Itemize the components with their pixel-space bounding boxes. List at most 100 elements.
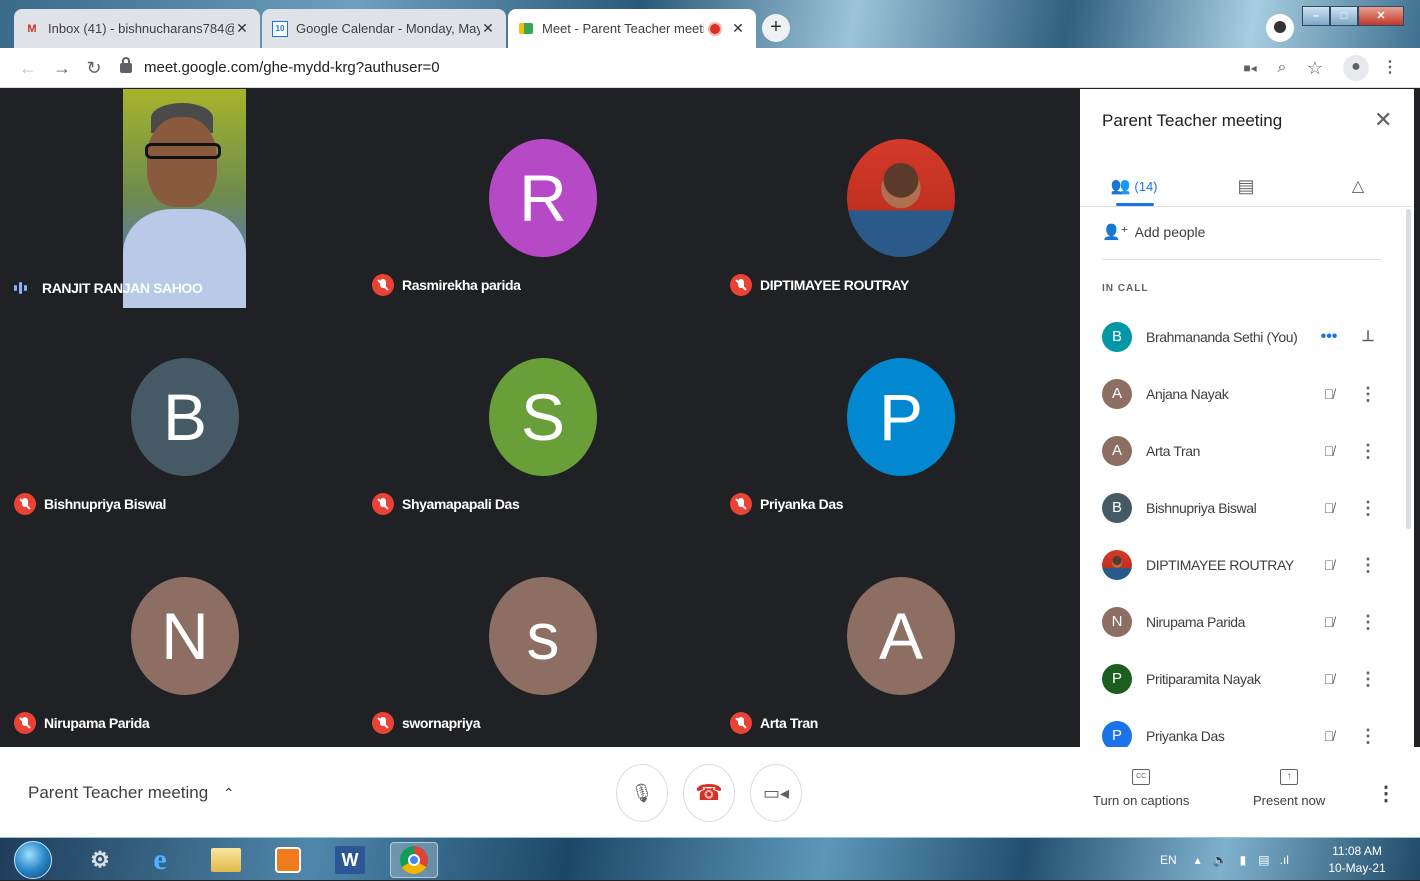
participant-tile[interactable]: DIPTIMAYEE ROUTRAY [722,89,1080,308]
close-icon[interactable]: ✕ [1374,107,1392,133]
participant-name: Nirupama Parida [1146,614,1246,630]
mic-off-icon[interactable]: 🎙̸ [1314,386,1344,402]
add-people-button[interactable]: 👤⁺ Add people [1102,223,1205,241]
kebab-menu-icon[interactable]: ⋮ [1354,721,1382,747]
minimize-icon[interactable]: – [1302,6,1330,26]
list-item[interactable]: B Brahmananda Sethi (You) ••• ⊥ [1102,317,1382,357]
word-icon[interactable]: W [326,842,374,878]
participant-tile[interactable]: P Priyanka Das [722,308,1080,527]
list-item[interactable]: B Bishnupriya Biswal 🎙̸ ⋮ [1102,488,1382,528]
kebab-menu-icon[interactable]: ⋮ [1354,613,1382,631]
forward-arrow-icon[interactable]: → [50,56,74,80]
avatar [1102,550,1132,580]
list-item[interactable]: N Nirupama Parida 🎙̸ ⋮ [1102,602,1382,642]
mic-off-icon[interactable]: 🎙̸ [1314,500,1344,516]
meeting-details-button[interactable]: Parent Teacher meeting ⌃ [28,783,235,803]
participant-tile[interactable]: RANJIT RANJAN SAHOO [6,89,364,308]
star-icon[interactable]: ☆ [1303,56,1327,80]
internet-explorer-icon[interactable]: e [136,842,184,878]
participant-tile[interactable]: B Bishnupriya Biswal [6,308,364,527]
list-item[interactable]: P Pritiparamita Nayak 🎙̸ ⋮ [1102,659,1382,699]
kebab-menu-icon[interactable]: ⋮ [1354,556,1382,574]
participant-tile[interactable]: S Shyamapapali Das [364,308,722,527]
back-arrow-icon[interactable]: ← [16,56,40,80]
participant-tile[interactable]: R Rasmirekha parida [364,89,722,308]
list-item[interactable]: DIPTIMAYEE ROUTRAY 🎙̸ ⋮ [1102,545,1382,585]
avatar: B [131,358,239,476]
participant-name: Arta Tran [1146,443,1200,459]
kebab-menu-icon[interactable]: ⋮ [1354,670,1382,688]
participant-name-label: Bishnupriya Biswal [14,493,166,515]
show-hidden-icons-icon[interactable]: ▴ [1195,853,1201,867]
pin-icon[interactable]: ⊥ [1354,329,1382,344]
kebab-menu-icon[interactable]: ⋮ [1378,56,1402,80]
mic-off-icon [14,493,36,515]
captions-button[interactable]: CC Turn on captions [1093,769,1189,808]
new-tab-button[interactable]: + [762,14,790,42]
account-icon[interactable]: ● [1343,55,1369,81]
tab-calendar[interactable]: 10 Google Calendar - Monday, May ✕ [262,9,506,48]
tab-gmail[interactable]: M Inbox (41) - bishnucharans784@ ✕ [14,9,260,48]
zoom-icon[interactable]: ⌕ [1270,56,1294,80]
close-icon[interactable]: ✕ [480,20,496,37]
windows-start-icon[interactable] [14,841,52,879]
list-item[interactable]: A Arta Tran 🎙̸ ⋮ [1102,431,1382,471]
file-explorer-icon[interactable] [202,842,250,878]
scrollbar[interactable] [1406,209,1411,529]
mic-off-icon[interactable]: 🎙̸ [1314,614,1344,630]
participant-name-label: Priyanka Das [730,493,844,515]
list-item[interactable]: A Anjana Nayak 🎙̸ ⋮ [1102,374,1382,414]
participant-tile[interactable]: A Arta Tran [722,527,1080,746]
participant-tile[interactable]: N Nirupama Parida [6,527,364,746]
avatar: N [131,577,239,695]
camera-button[interactable]: ▭◂ [750,764,802,822]
close-icon[interactable]: ✕ [234,20,250,37]
language-indicator[interactable]: EN [1160,853,1177,867]
chrome-icon[interactable] [390,842,438,878]
activities-icon[interactable]: △ [1328,167,1388,205]
camera-indicator-icon[interactable]: ■◂ [1238,56,1262,80]
list-item[interactable]: P Priyanka Das 🎙̸ ⋮ [1102,716,1382,747]
mic-off-icon[interactable]: 🎙̸ [1314,557,1344,573]
signal-icon[interactable]: .ıl [1280,853,1289,867]
kebab-menu-icon[interactable]: ⋮ [1354,442,1382,460]
participant-name: Bishnupriya Biswal [1146,500,1257,516]
close-icon[interactable]: ✕ [730,20,746,37]
present-icon: ↑ [1280,769,1299,785]
kebab-menu-icon[interactable]: ⋮ [1376,781,1396,806]
mic-off-icon[interactable]: 🎙̸ [1314,721,1344,747]
network-icon[interactable]: ▤ [1258,853,1269,867]
participant-name: Anjana Nayak [1146,386,1229,402]
mic-off-icon [372,493,394,515]
mic-off-icon[interactable]: 🎙̸ [1314,443,1344,459]
system-clock[interactable]: 11:08 AM 10-May-21 [1322,843,1392,877]
chat-icon[interactable]: ▤ [1216,167,1276,205]
more-dots-icon[interactable]: ••• [1314,328,1344,346]
media-player-icon[interactable] [264,842,312,878]
url-text: meet.google.com/ghe-mydd-krg?authuser=0 [144,59,440,76]
kebab-menu-icon[interactable]: ⋮ [1354,499,1382,517]
tab-meet[interactable]: Meet - Parent Teacher meeti ✕ [508,9,756,48]
mic-off-icon[interactable]: 🎙̸ [1314,671,1344,687]
participant-name-label: DIPTIMAYEE ROUTRAY [730,274,909,296]
participant-tile[interactable]: s swornapriya [364,527,722,746]
browser-profile-icon[interactable] [1266,14,1294,42]
panel-title: Parent Teacher meeting [1102,111,1283,130]
reload-icon[interactable]: ↻ [82,56,106,80]
power-icon[interactable]: ▮ [1240,853,1247,867]
microphone-button[interactable]: 🎙 [616,764,668,822]
meeting-grid: RANJIT RANJAN SAHOO R Rasmirekha parida … [6,89,1080,747]
avatar: B [1102,493,1132,523]
address-bar[interactable]: meet.google.com/ghe-mydd-krg?authuser=0 [120,54,1230,82]
leave-call-button[interactable]: ☎ [683,764,735,822]
kebab-menu-icon[interactable]: ⋮ [1354,385,1382,403]
people-panel: Parent Teacher meeting ✕ 👥 (14) ▤ △ 👤⁺ A… [1080,89,1414,747]
volume-icon[interactable]: 🔈 [1213,853,1228,867]
tab-people[interactable]: 👥 (14) [1104,167,1164,205]
avatar: S [489,358,597,476]
settings-icon[interactable]: ⚙ [76,842,124,878]
window-close-icon[interactable]: ✕ [1358,6,1404,26]
participant-name-label: RANJIT RANJAN SAHOO [14,280,203,296]
present-now-button[interactable]: ↑ Present now [1253,769,1325,808]
maximize-icon[interactable]: □ [1330,6,1358,26]
